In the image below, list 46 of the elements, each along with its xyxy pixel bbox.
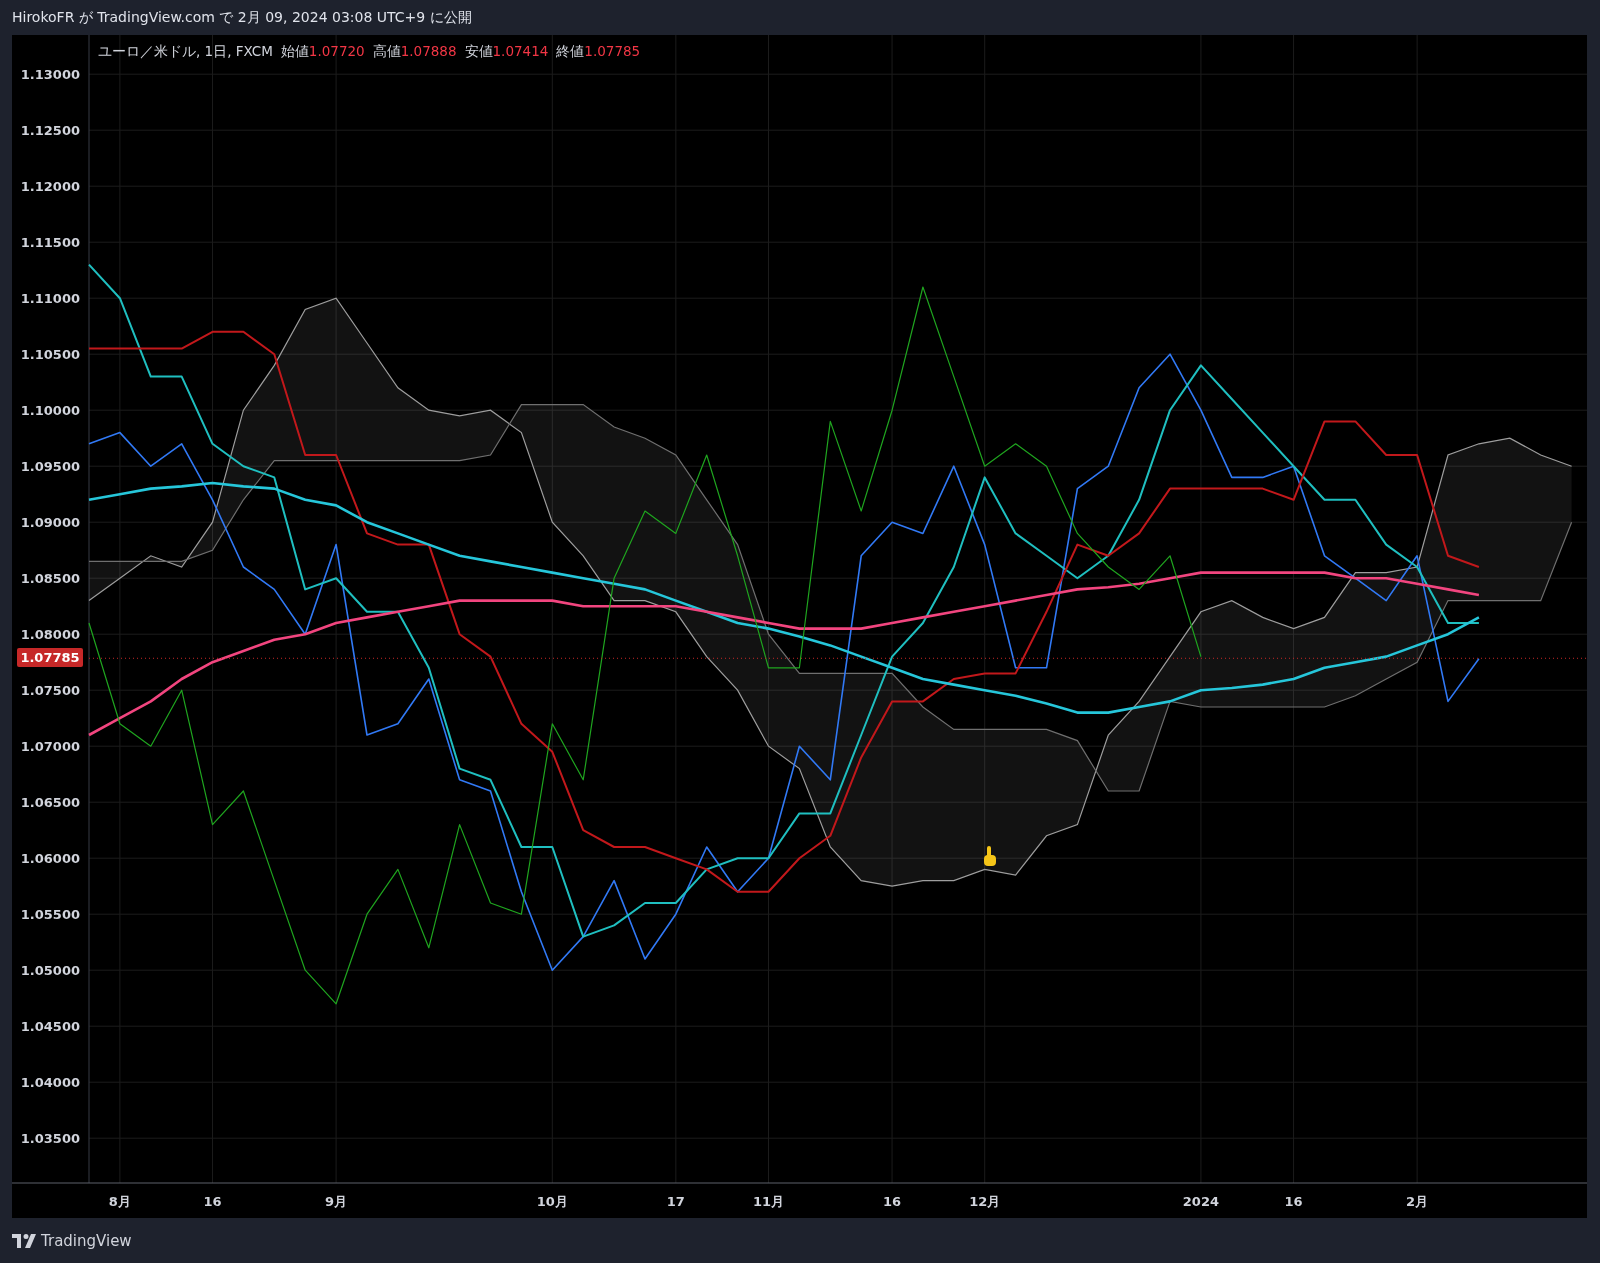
time-axis-label: 9月 <box>325 1194 348 1209</box>
price-axis-label: 1.12500 <box>20 123 80 139</box>
price-axis-label: 1.08500 <box>20 571 80 587</box>
price-axis-label: 1.03500 <box>20 1131 80 1147</box>
time-axis-label: 2024 <box>1182 1194 1219 1209</box>
price-axis-label: 1.08000 <box>20 627 80 643</box>
time-axis-label: 16 <box>203 1194 222 1209</box>
ohlc-label: 始値 <box>280 43 309 59</box>
brand-name: TradingView <box>41 1231 132 1250</box>
last-price-badge: 1.07785 <box>17 648 83 668</box>
ohlc-value: 1.07414 <box>492 43 549 59</box>
ohlc-value: 1.07888 <box>400 43 457 59</box>
price-axis-label: 1.06000 <box>20 851 80 867</box>
price-axis-label: 1.07500 <box>20 683 80 699</box>
tradingview-logo-icon <box>12 1233 36 1248</box>
time-axis-label: 8月 <box>108 1194 131 1209</box>
price-axis-label: 1.10500 <box>20 347 80 363</box>
symbol-info: ユーロ／米ドル, 1日, FXCM <box>98 43 273 61</box>
time-axis-label: 16 <box>883 1194 902 1209</box>
time-axis-label: 2月 <box>1406 1194 1429 1209</box>
ohlc-label: 安値 <box>464 43 493 59</box>
price-axis-label: 1.05500 <box>20 907 80 923</box>
publish-info: HirokoFR が TradingView.com で 2月 09, 2024 03:08 UTC+9 に公開 <box>12 8 472 27</box>
price-axis-label: 1.11000 <box>20 291 80 307</box>
ohlc-value: 1.07785 <box>584 43 641 59</box>
time-axis-label: 10月 <box>536 1194 568 1209</box>
price-axis-label: 1.12000 <box>20 179 80 195</box>
price-axis-label: 1.09500 <box>20 459 80 475</box>
price-axis-label: 1.10000 <box>20 403 80 419</box>
time-axis-label: 16 <box>1284 1194 1303 1209</box>
time-axis-label: 17 <box>666 1194 685 1209</box>
time-axis-label: 11月 <box>752 1194 785 1209</box>
price-axis-label: 1.13000 <box>20 67 80 83</box>
price-axis-label: 1.06500 <box>20 795 80 811</box>
ohlc-label: 高値 <box>372 43 401 59</box>
line-series <box>88 404 1573 792</box>
price-axis-label: 1.04000 <box>20 1075 80 1091</box>
time-axis-label: 12月 <box>969 1194 1001 1209</box>
price-axis-label: 1.05000 <box>20 963 80 979</box>
hand-cursor-icon <box>984 846 996 866</box>
ohlc-label: 終値 <box>556 43 585 59</box>
ohlc-value: 1.07720 <box>308 43 365 59</box>
price-axis-label: 1.09000 <box>20 515 80 531</box>
price-axis-label: 1.11500 <box>20 235 80 251</box>
price-axis-label: 1.04500 <box>20 1019 80 1035</box>
price-axis-label: 1.07000 <box>20 739 80 755</box>
